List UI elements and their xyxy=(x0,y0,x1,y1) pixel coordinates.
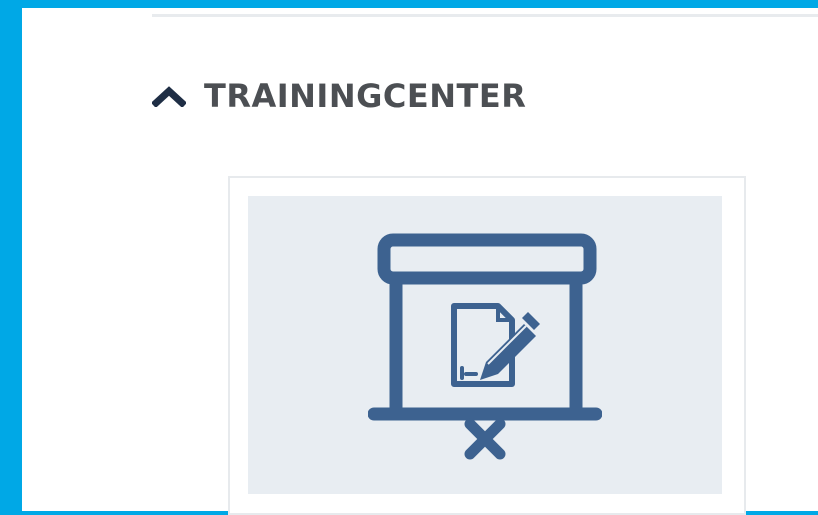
chevron-up-icon[interactable] xyxy=(152,85,186,107)
trainingcenter-section-toggle[interactable]: TRAININGCENTER xyxy=(152,74,526,118)
document-pen-icon xyxy=(451,303,540,387)
training-tile[interactable] xyxy=(228,176,746,515)
presentation-board-icon xyxy=(368,233,602,460)
top-divider xyxy=(152,14,818,17)
content-panel: TRAININGCENTER xyxy=(22,8,818,515)
section-title: TRAININGCENTER xyxy=(204,77,527,115)
training-tile-thumbnail[interactable] xyxy=(248,196,722,494)
